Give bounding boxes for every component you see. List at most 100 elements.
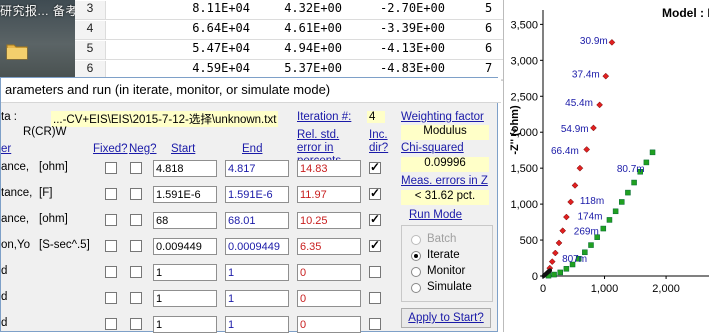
frequency-annotation: 118m: [580, 196, 604, 207]
end-value-field: 1.591E-6: [225, 186, 289, 203]
y-tick-label: 2,500: [510, 91, 538, 103]
cell-frequency[interactable]: 5.47E+04: [192, 41, 250, 55]
neg-checkbox[interactable]: [130, 214, 142, 226]
rel-error-field: 0: [297, 264, 361, 281]
cell-zreal[interactable]: 4.61E+00: [284, 21, 342, 35]
param-unit: [F]: [39, 187, 53, 199]
cell-frequency[interactable]: 8.11E+04: [192, 1, 250, 15]
apply-to-start-label: Apply to Start?: [408, 312, 484, 324]
row-number[interactable]: 5: [75, 41, 106, 59]
row-number[interactable]: 3: [75, 1, 106, 19]
run-mode-radio[interactable]: [411, 267, 421, 277]
data-point-diamond: [583, 146, 591, 153]
fixed-checkbox[interactable]: [105, 214, 117, 226]
folder-icon[interactable]: [6, 40, 28, 62]
chi-squared-value: 0.09996: [401, 157, 489, 172]
cell-extra[interactable]: 7: [485, 61, 492, 75]
row-number[interactable]: 4: [75, 21, 106, 39]
iteration-label: Iteration #:: [297, 111, 352, 123]
rel-error-field: 11.97: [297, 186, 361, 203]
inc-dir-checkbox[interactable]: [369, 266, 381, 278]
weighting-factor-value[interactable]: Modulus: [401, 125, 489, 140]
cell-zimag[interactable]: -4.13E+00: [380, 41, 445, 55]
desktop-icon-label[interactable]: 研究报... 备考: [0, 2, 75, 19]
neg-checkbox[interactable]: [130, 292, 142, 304]
parameters-dialog: arameters and run (in iterate, monitor, …: [0, 77, 501, 333]
meas-errors-label: Meas. errors in Z: [401, 175, 488, 187]
table-row: 5 5.47E+04 4.94E+00 -4.13E+00 6: [75, 40, 505, 60]
data-point-square: [612, 208, 619, 215]
start-value-input[interactable]: 1: [153, 290, 217, 307]
cell-zimag[interactable]: -2.70E+00: [380, 1, 445, 15]
start-value-input[interactable]: 1: [153, 264, 217, 281]
end-column-header: End: [242, 143, 263, 155]
x-tick-label: 1,000: [591, 283, 619, 295]
end-value-field: 1: [225, 290, 289, 307]
data-point-square: [649, 149, 656, 156]
apply-to-start-button[interactable]: Apply to Start?: [401, 308, 491, 328]
data-point-square: [631, 179, 637, 186]
fixed-checkbox[interactable]: [105, 292, 117, 304]
chart-plot: 3,500 3,000 2,500 2,000 1,500 1,000 500 00 1,000…: [509, 10, 709, 295]
cell-extra[interactable]: 6: [485, 41, 492, 55]
rel-error-field: 6.35: [297, 238, 361, 255]
cell-zimag[interactable]: -3.39E+00: [380, 21, 445, 35]
run-mode-radio[interactable]: [411, 251, 421, 261]
cell-frequency[interactable]: 4.59E+04: [192, 61, 250, 75]
start-value-input[interactable]: 1: [153, 316, 217, 333]
data-label: ta :: [1, 111, 17, 123]
neg-checkbox[interactable]: [130, 240, 142, 252]
cell-zimag[interactable]: -4.83E+00: [380, 61, 445, 75]
inc-dir-checkbox[interactable]: [369, 238, 381, 252]
frequency-annotation: 30.9m: [580, 36, 608, 47]
data-point-diamond: [590, 124, 597, 132]
dialog-title: arameters and run (in iterate, monitor, …: [1, 78, 501, 103]
fixed-checkbox[interactable]: [105, 266, 117, 278]
run-mode-radio[interactable]: [411, 283, 421, 293]
inc-dir-checkbox[interactable]: [369, 186, 381, 200]
start-value-input[interactable]: 1.591E-6: [153, 186, 217, 203]
data-point-diamond: [548, 258, 556, 265]
inc-dir-checkbox[interactable]: [369, 160, 381, 174]
weighting-factor-label: Weighting factor: [401, 111, 484, 123]
inc-dir-checkbox[interactable]: [369, 292, 381, 304]
neg-checkbox[interactable]: [130, 188, 142, 200]
y-tick-label: 1,000: [510, 199, 538, 211]
inc-dir-checkbox[interactable]: [369, 212, 381, 226]
cell-zreal[interactable]: 4.32E+00: [284, 1, 342, 15]
cell-zreal[interactable]: 4.94E+00: [284, 41, 342, 55]
param-unit: [ohm]: [39, 213, 68, 225]
cell-extra[interactable]: 5: [485, 1, 492, 15]
cell-frequency[interactable]: 6.64E+04: [192, 21, 250, 35]
start-value-input[interactable]: 68: [153, 212, 217, 229]
data-point-square: [563, 266, 570, 272]
inc-dir-checkbox[interactable]: [369, 318, 381, 330]
frequency-annotation: 174m: [577, 212, 602, 223]
fixed-checkbox[interactable]: [105, 188, 117, 200]
fixed-checkbox[interactable]: [105, 240, 117, 252]
param-name: ance,: [1, 161, 30, 173]
table-row: 3 8.11E+04 4.32E+00 -2.70E+00 5: [75, 0, 505, 20]
start-value-input[interactable]: 0.009449: [153, 238, 217, 255]
y-tick-label: 3,000: [510, 55, 538, 67]
neg-checkbox[interactable]: [130, 162, 142, 174]
fixed-column-header: Fixed?: [93, 143, 128, 155]
neg-checkbox[interactable]: [130, 318, 142, 330]
frequency-annotation: 66.4m: [551, 146, 579, 157]
data-point-diamond: [551, 249, 559, 257]
data-point-square: [588, 242, 594, 248]
data-point-diamond: [576, 164, 584, 172]
fixed-checkbox[interactable]: [105, 162, 117, 174]
start-value-input[interactable]: 4.818: [153, 160, 217, 177]
cell-zreal[interactable]: 5.37E+00: [284, 61, 342, 75]
data-file-path[interactable]: ...-CV+EIS\EIS\2015-7-12-选择\unknown.txt: [51, 111, 279, 127]
neg-checkbox[interactable]: [130, 266, 142, 278]
run-mode-label-2: Monitor: [427, 265, 466, 277]
cell-extra[interactable]: 6: [485, 21, 492, 35]
meas-errors-value: < 31.62 pct.: [401, 190, 489, 205]
data-point-diamond: [559, 227, 567, 235]
run-mode-label: Run Mode: [409, 209, 463, 221]
fixed-checkbox[interactable]: [105, 318, 117, 330]
data-point-diamond: [567, 198, 575, 206]
data-point-square: [619, 199, 625, 205]
